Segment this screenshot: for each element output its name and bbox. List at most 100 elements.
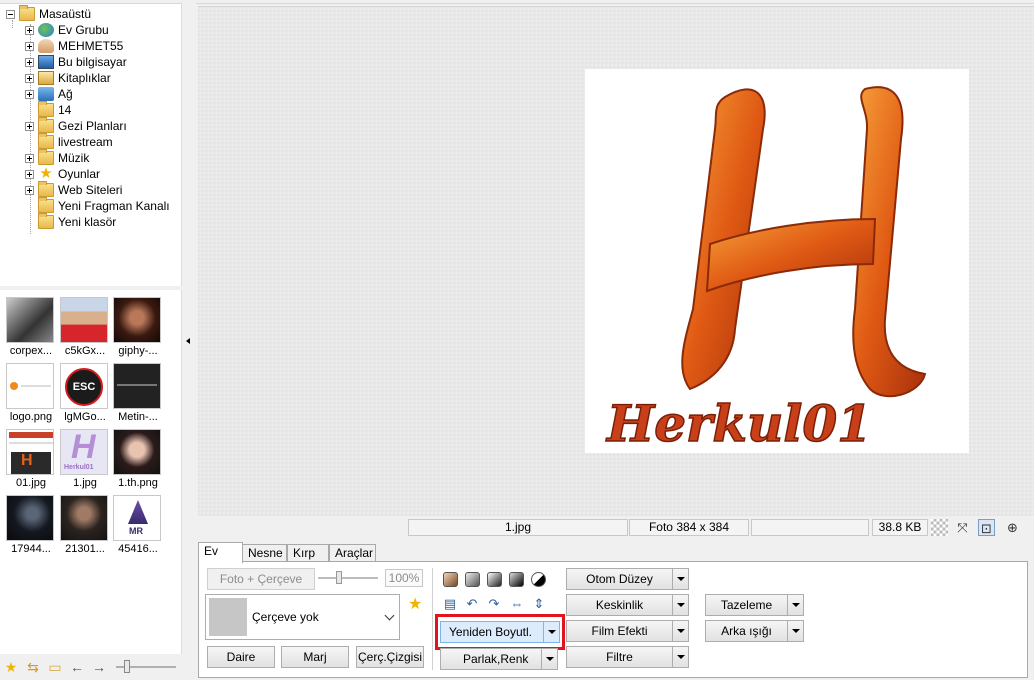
tree-item-kitapliklar[interactable]: Kitaplıklar	[25, 70, 111, 86]
folder-icon	[38, 133, 54, 149]
auto-level-button[interactable]: Otom Düzey	[566, 568, 689, 590]
tree-item-label: Yeni klasör	[58, 215, 117, 229]
frame-slider[interactable]	[318, 571, 378, 584]
dropdown-arrow-icon[interactable]	[787, 595, 803, 615]
brightness-color-label: Parlak,Renk	[463, 652, 529, 666]
tree-item-web-siteleri[interactable]: Web Siteleri	[25, 181, 122, 198]
rotate-left-icon[interactable]: ↶	[464, 596, 480, 612]
tree-item-14[interactable]: 14	[25, 101, 71, 118]
tree-item-label: livestream	[58, 135, 113, 149]
tree-item-livestream[interactable]: livestream	[25, 133, 113, 150]
negative-icon[interactable]	[531, 572, 546, 587]
sepia-icon[interactable]	[443, 572, 458, 587]
image-viewer[interactable]: Herkul01	[198, 6, 1034, 516]
save-icon[interactable]: ▤	[442, 596, 458, 612]
dropdown-arrow-icon[interactable]	[672, 621, 688, 641]
transparency-icon[interactable]	[931, 519, 948, 536]
thumbnail[interactable]: c5kGx...	[60, 297, 110, 361]
thumbnail[interactable]: 17944...	[6, 495, 56, 559]
collapse-left-icon[interactable]	[186, 338, 190, 344]
bw-icon[interactable]	[509, 572, 524, 587]
expand-icon[interactable]	[25, 57, 34, 67]
tree-item-label: Bu bilgisayar	[58, 55, 127, 69]
zoom-percent-field[interactable]: 100%	[385, 569, 423, 587]
tree-item-bu-bilgisayar[interactable]: Bu bilgisayar	[25, 54, 127, 70]
dropdown-arrow-icon[interactable]	[672, 569, 688, 589]
expand-icon[interactable]	[25, 89, 34, 99]
tab-kirp[interactable]: Kırp	[287, 544, 329, 562]
collapse-icon[interactable]	[6, 9, 15, 19]
thumbnail-caption: 01.jpg	[16, 477, 46, 489]
thumbnail-size-slider[interactable]	[116, 660, 176, 673]
actual-size-icon[interactable]: ⊡	[978, 519, 995, 536]
tree-item-mehmet55[interactable]: MEHMET55	[25, 38, 123, 54]
thumbnail[interactable]: H Herkul01 1.jpg	[60, 429, 110, 493]
panel-splitter[interactable]	[182, 0, 196, 680]
dropdown-arrow-icon[interactable]	[672, 595, 688, 615]
tab-ev[interactable]: Ev	[198, 542, 243, 563]
tree-item-yeni-klasor[interactable]: Yeni klasör	[25, 213, 117, 230]
open-folder-icon[interactable]: ▭	[47, 659, 63, 675]
expand-icon[interactable]	[25, 121, 34, 131]
thumbnail[interactable]: MR 45416...	[113, 495, 163, 559]
thumbnail-panel[interactable]: corpex... c5kGx... giphy-... logo.png ES…	[0, 290, 182, 654]
slider-knob[interactable]	[336, 571, 342, 584]
film-effect-button[interactable]: Film Efekti	[566, 620, 689, 642]
favorite-star-icon[interactable]: ★	[408, 594, 422, 614]
thumbnail[interactable]: logo.png	[6, 363, 56, 427]
thumbnail[interactable]: H 01.jpg	[6, 429, 56, 493]
forward-arrow-icon[interactable]: →	[91, 659, 107, 675]
backlight-button[interactable]: Arka ışığı	[705, 620, 804, 642]
thumbnail[interactable]: Metin-...	[113, 363, 163, 427]
thumbnail[interactable]: giphy-...	[113, 297, 163, 361]
dropdown-arrow-icon[interactable]	[541, 649, 557, 669]
tree-item-gezi-planlari[interactable]: Gezi Planları	[25, 117, 127, 134]
flip-horizontal-icon[interactable]: ⇔	[509, 596, 525, 612]
thumbnail-image	[113, 429, 161, 475]
thumbnail[interactable]: 1.th.png	[113, 429, 163, 493]
browser-toolbar: ★ ⇆ ▭ ← →	[0, 654, 182, 680]
thumbnail[interactable]: 21301...	[60, 495, 110, 559]
frame-line-button[interactable]: Çerç.Çizgisi	[356, 646, 424, 668]
filter-button[interactable]: Filtre	[566, 646, 689, 668]
expand-icon[interactable]	[25, 169, 34, 179]
tree-item-yeni-fragman-kanali[interactable]: Yeni Fragman Kanalı	[25, 197, 170, 214]
thumbnail[interactable]: ESC lgMGo...	[60, 363, 110, 427]
expand-icon[interactable]	[25, 25, 34, 35]
expand-icon[interactable]	[25, 153, 34, 163]
thumbnail[interactable]: corpex...	[6, 297, 56, 361]
marj-button[interactable]: Marj	[281, 646, 349, 668]
contrast-icon[interactable]	[487, 572, 502, 587]
favorite-star-icon[interactable]: ★	[3, 659, 19, 675]
folder-icon	[38, 197, 54, 213]
brightness-color-button[interactable]: Parlak,Renk	[440, 648, 558, 670]
folder-icon	[38, 101, 54, 117]
folder-tree[interactable]: Masaüstü Ev Grubu MEHMET55 Bu bilgisayar…	[0, 4, 182, 286]
expand-icon[interactable]	[25, 73, 34, 83]
expand-icon[interactable]	[25, 185, 34, 195]
tab-nesne[interactable]: Nesne	[242, 544, 287, 562]
sharpness-button[interactable]: Keskinlik	[566, 594, 689, 616]
tree-item-ev-grubu[interactable]: Ev Grubu	[25, 22, 109, 38]
logo-text: Herkul01	[605, 394, 872, 453]
rotate-right-icon[interactable]: ↷	[486, 596, 502, 612]
flip-vertical-icon[interactable]: ⇕	[531, 596, 547, 612]
sync-folder-icon[interactable]: ⇆	[25, 659, 41, 675]
tree-item-ag[interactable]: Ağ	[25, 86, 73, 102]
frame-select[interactable]: Çerçeve yok	[205, 594, 400, 640]
refresh-button[interactable]: Tazeleme	[705, 594, 804, 616]
tree-item-masaustu[interactable]: Masaüstü	[6, 5, 91, 22]
fit-screen-icon[interactable]: ⤧	[954, 519, 971, 536]
expand-icon[interactable]	[25, 41, 34, 51]
tree-item-muzik[interactable]: Müzik	[25, 149, 89, 166]
grayscale-icon[interactable]	[465, 572, 480, 587]
photo-frame-button[interactable]: Foto + Çerçeve	[207, 568, 315, 590]
back-arrow-icon[interactable]: ←	[69, 659, 85, 675]
dropdown-arrow-icon[interactable]	[787, 621, 803, 641]
slider-knob[interactable]	[124, 660, 130, 673]
daire-button[interactable]: Daire	[207, 646, 275, 668]
dropdown-arrow-icon[interactable]	[672, 647, 688, 667]
zoom-icon[interactable]: ⊕	[1004, 519, 1021, 536]
tab-araclar[interactable]: Araçlar	[329, 544, 376, 562]
tree-item-oyunlar[interactable]: ★ Oyunlar	[25, 166, 100, 182]
